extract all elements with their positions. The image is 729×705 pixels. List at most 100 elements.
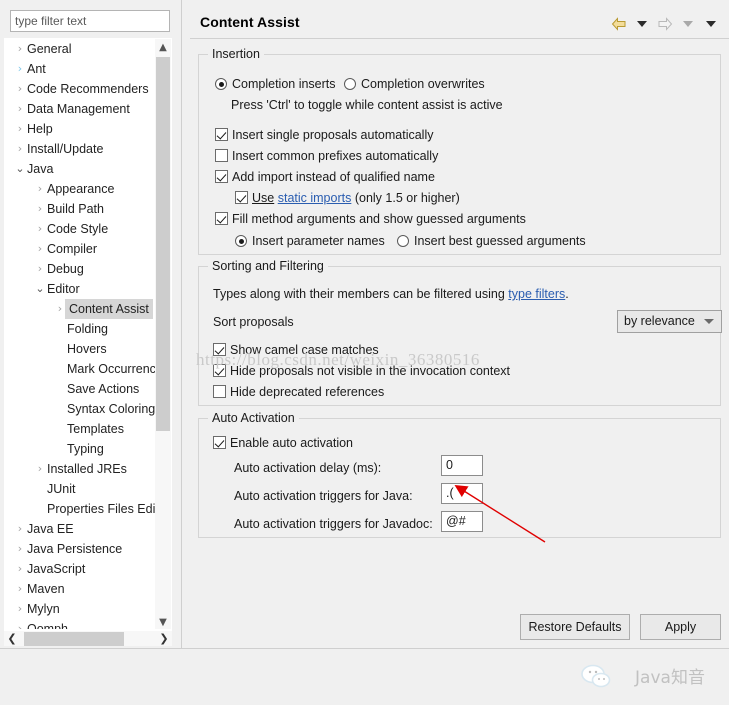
tree-expand-icon[interactable]: › — [13, 579, 27, 599]
checkbox-fill-method-arguments-box[interactable] — [215, 212, 228, 225]
filter-input[interactable]: type filter text — [10, 10, 170, 32]
tree-item-templates[interactable]: Templates — [5, 419, 157, 439]
checkbox-enable-auto-activation[interactable]: Enable auto activation — [213, 436, 353, 451]
checkbox-use-static-imports[interactable]: Use static imports (only 1.5 or higher) — [235, 191, 460, 206]
checkbox-fill-method-arguments[interactable]: Fill method arguments and show guessed a… — [215, 212, 526, 227]
tree-item-javascript[interactable]: › JavaScript — [5, 559, 157, 579]
tree-item-hovers[interactable]: Hovers — [5, 339, 157, 359]
radio-completion-inserts[interactable]: Completion inserts — [215, 77, 336, 92]
checkbox-hide-not-visible-box[interactable] — [213, 364, 226, 377]
tree-vertical-scroll-thumb[interactable] — [156, 57, 170, 431]
tree-expand-icon[interactable]: › — [13, 559, 27, 579]
radio-completion-overwrites[interactable]: Completion overwrites — [344, 77, 485, 92]
tree-item-appearance[interactable]: › Appearance — [5, 179, 157, 199]
tree-expand-icon[interactable]: › — [13, 139, 27, 159]
chevron-down-icon[interactable] — [704, 319, 714, 324]
checkbox-insert-common-prefixes[interactable]: Insert common prefixes automatically — [215, 149, 438, 164]
checkbox-hide-deprecated[interactable]: Hide deprecated references — [213, 385, 384, 400]
auto-activation-javadoc-input[interactable]: @# — [441, 511, 483, 532]
radio-completion-inserts-indicator[interactable] — [215, 78, 227, 90]
apply-button[interactable]: Apply — [640, 614, 721, 640]
tree-item-compiler[interactable]: › Compiler — [5, 239, 157, 259]
tree-expand-icon[interactable]: › — [33, 219, 47, 239]
scroll-left-arrow-icon[interactable]: ❮ — [4, 631, 20, 647]
tree-expand-icon[interactable]: › — [33, 239, 47, 259]
tree-item-debug[interactable]: › Debug — [5, 259, 157, 279]
tree-item-mylyn[interactable]: › Mylyn — [5, 599, 157, 619]
tree-item-help[interactable]: › Help — [5, 119, 157, 139]
scroll-right-arrow-icon[interactable]: ❯ — [156, 631, 172, 647]
radio-insert-best-guessed-arguments[interactable]: Insert best guessed arguments — [397, 234, 586, 249]
scroll-down-arrow-icon[interactable]: ▼ — [155, 614, 171, 629]
checkbox-hide-not-visible[interactable]: Hide proposals not visible in the invoca… — [213, 364, 510, 379]
tree-item-mark-occurrences[interactable]: Mark Occurrences — [5, 359, 157, 379]
radio-insert-parameter-names[interactable]: Insert parameter names — [235, 234, 385, 249]
tree-item-properties-files-editor[interactable]: Properties Files Editor — [5, 499, 157, 519]
checkbox-enable-auto-activation-box[interactable] — [213, 436, 226, 449]
checkbox-insert-single-proposals[interactable]: Insert single proposals automatically — [215, 128, 434, 143]
sort-proposals-select[interactable]: by relevance — [617, 310, 722, 333]
tree-item-oomph[interactable]: › Oomph — [5, 619, 157, 629]
tree-expand-icon[interactable]: › — [13, 79, 27, 99]
checkbox-insert-single-proposals-box[interactable] — [215, 128, 228, 141]
tree-leaf-spacer-icon — [53, 419, 67, 439]
tree-horizontal-scrollbar[interactable]: ❮ ❯ — [4, 630, 172, 646]
scroll-up-arrow-icon[interactable]: ▲ — [155, 39, 171, 56]
auto-activation-delay-input[interactable]: 0 — [441, 455, 483, 476]
tree-collapse-icon[interactable]: ⌄ — [13, 159, 27, 179]
radio-completion-overwrites-indicator[interactable] — [344, 78, 356, 90]
checkbox-hide-deprecated-box[interactable] — [213, 385, 226, 398]
tree-item-label: Hovers — [67, 342, 107, 356]
back-menu-chevron-down-icon[interactable] — [632, 15, 652, 33]
restore-defaults-button[interactable]: Restore Defaults — [520, 614, 630, 640]
checkbox-show-camel-case[interactable]: Show camel case matches — [213, 343, 379, 358]
checkbox-show-camel-case-box[interactable] — [213, 343, 226, 356]
tree-item-save-actions[interactable]: Save Actions — [5, 379, 157, 399]
tree-item-junit[interactable]: JUnit — [5, 479, 157, 499]
tree-vertical-scrollbar[interactable]: ▲ ▼ — [155, 39, 171, 629]
back-arrow-icon[interactable] — [609, 15, 629, 33]
tree-item-maven[interactable]: › Maven — [5, 579, 157, 599]
checkbox-insert-common-prefixes-box[interactable] — [215, 149, 228, 162]
preferences-tree[interactable]: › General › Ant › Code Recommenders › Data Mana… — [4, 38, 172, 630]
tree-expand-icon[interactable]: › — [13, 59, 27, 79]
tree-item-editor[interactable]: ⌄ Editor — [5, 279, 157, 299]
tree-expand-icon[interactable]: › — [33, 459, 47, 479]
tree-collapse-icon[interactable]: ⌄ — [33, 279, 47, 299]
tree-item-typing[interactable]: Typing — [5, 439, 157, 459]
tree-item-build-path[interactable]: › Build Path — [5, 199, 157, 219]
tree-item-java[interactable]: ⌄ Java — [5, 159, 157, 179]
tree-item-general[interactable]: › General — [5, 39, 157, 59]
tree-item-content-assist[interactable]: › Content Assist — [5, 299, 157, 319]
tree-expand-icon[interactable]: › — [33, 199, 47, 219]
tree-expand-icon[interactable]: › — [13, 619, 27, 629]
tree-expand-icon[interactable]: › — [13, 39, 27, 59]
tree-expand-icon[interactable]: › — [13, 119, 27, 139]
tree-expand-icon[interactable]: › — [13, 539, 27, 559]
radio-insert-best-guessed-arguments-indicator[interactable] — [397, 235, 409, 247]
tree-expand-icon[interactable]: › — [13, 519, 27, 539]
tree-item-java-ee[interactable]: › Java EE — [5, 519, 157, 539]
tree-item-syntax-coloring[interactable]: Syntax Coloring — [5, 399, 157, 419]
checkbox-use-static-imports-box[interactable] — [235, 191, 248, 204]
tree-expand-icon[interactable]: › — [33, 179, 47, 199]
tree-item-ant[interactable]: › Ant — [5, 59, 157, 79]
tree-item-code-recommenders[interactable]: › Code Recommenders — [5, 79, 157, 99]
tree-item-folding[interactable]: Folding — [5, 319, 157, 339]
tree-item-install-update[interactable]: › Install/Update — [5, 139, 157, 159]
type-filters-link[interactable]: type filters — [508, 287, 565, 301]
checkbox-add-import-box[interactable] — [215, 170, 228, 183]
static-imports-link[interactable]: static imports — [278, 191, 352, 205]
radio-insert-parameter-names-indicator[interactable] — [235, 235, 247, 247]
auto-activation-java-input[interactable]: .( — [441, 483, 483, 504]
tree-expand-icon[interactable]: › — [33, 259, 47, 279]
tree-expand-icon[interactable]: › — [13, 599, 27, 619]
tree-item-installed-jres[interactable]: › Installed JREs — [5, 459, 157, 479]
tree-item-code-style[interactable]: › Code Style — [5, 219, 157, 239]
tree-item-data-management[interactable]: › Data Management — [5, 99, 157, 119]
tree-horizontal-scroll-thumb[interactable] — [24, 632, 124, 646]
tree-expand-icon[interactable]: › — [13, 99, 27, 119]
checkbox-add-import[interactable]: Add import instead of qualified name — [215, 170, 435, 185]
view-menu-chevron-down-icon[interactable] — [701, 15, 721, 33]
tree-item-java-persistence[interactable]: › Java Persistence — [5, 539, 157, 559]
